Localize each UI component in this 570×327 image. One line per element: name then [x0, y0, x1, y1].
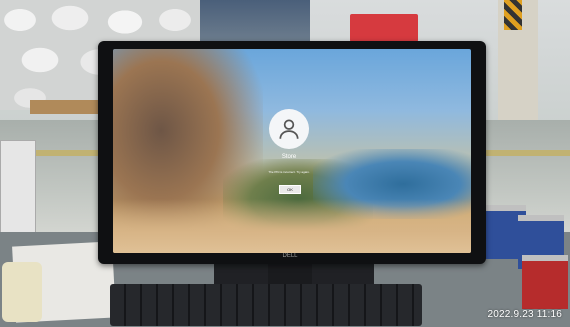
error-message: The PIN is incorrect. Try again. [268, 170, 310, 174]
hazard-stripes [504, 0, 522, 30]
red-box [522, 255, 568, 309]
photo-scene: DELL Store The PIN is incorrect. Try aga… [0, 0, 570, 327]
monitor-brand-logo: DELL [282, 253, 298, 259]
login-panel: Store The PIN is incorrect. Try again. O… [113, 49, 471, 253]
shelving-aisle [200, 0, 310, 45]
tape-roll [2, 262, 42, 322]
monitor-stand-neck [268, 262, 312, 284]
user-avatar [269, 109, 309, 149]
username-label: Store [281, 154, 297, 160]
user-icon [279, 119, 299, 139]
keyboard[interactable] [110, 284, 422, 326]
ok-button[interactable]: OK [279, 185, 301, 194]
photo-timestamp: 2022.9.23 11:16 [487, 309, 562, 320]
red-crate [350, 14, 418, 42]
